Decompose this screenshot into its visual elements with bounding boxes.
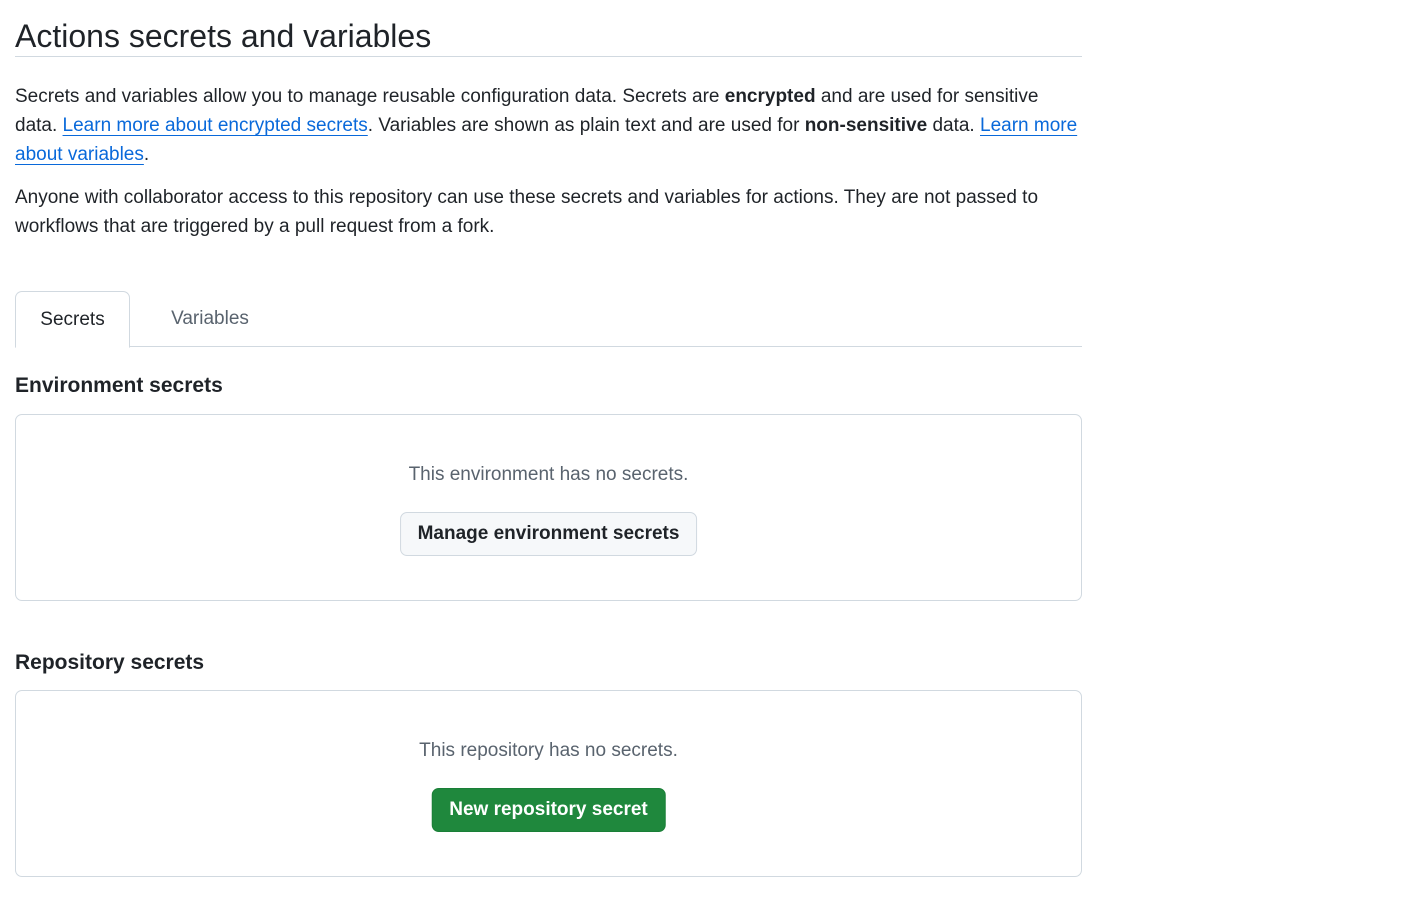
intro-paragraph-2: Anyone with collaborator access to this …: [15, 187, 1039, 237]
repository-secrets-box: This repository has no secrets. New repo…: [15, 690, 1082, 877]
tab-secrets[interactable]: Secrets: [15, 291, 130, 348]
settings-main: Actions secrets and variables Secrets an…: [15, 0, 1082, 877]
new-repository-secret-button[interactable]: New repository secret: [431, 788, 666, 832]
intro-text: Secrets and variables allow you to manag…: [15, 82, 1082, 241]
environment-empty-message: This environment has no secrets.: [408, 464, 689, 485]
page-title: Actions secrets and variables: [15, 18, 432, 54]
non-sensitive-emphasis: non-sensitive: [804, 115, 928, 136]
manage-environment-secrets-button[interactable]: Manage environment secrets: [399, 512, 698, 556]
tab-bar: Secrets Variables: [15, 291, 1082, 348]
repository-secrets-heading: Repository secrets: [15, 651, 205, 674]
tab-variables[interactable]: Variables: [130, 291, 290, 347]
learn-more-encrypted-secrets-link[interactable]: Learn more about encrypted secrets: [63, 115, 368, 136]
environment-secrets-heading: Environment secrets: [15, 374, 223, 397]
environment-secrets-box: This environment has no secrets. Manage …: [15, 414, 1082, 601]
intro-text-segment: Secrets and variables allow you to manag…: [15, 86, 725, 107]
intro-text-segment: .: [143, 144, 150, 165]
title-divider: [15, 56, 1082, 57]
encrypted-emphasis: encrypted: [724, 86, 816, 107]
intro-text-segment: . Variables are shown as plain text and …: [367, 115, 805, 136]
intro-paragraph-1: Secrets and variables allow you to manag…: [15, 82, 1082, 169]
intro-text-segment: data.: [927, 115, 980, 136]
repository-empty-message: This repository has no secrets.: [419, 740, 678, 761]
